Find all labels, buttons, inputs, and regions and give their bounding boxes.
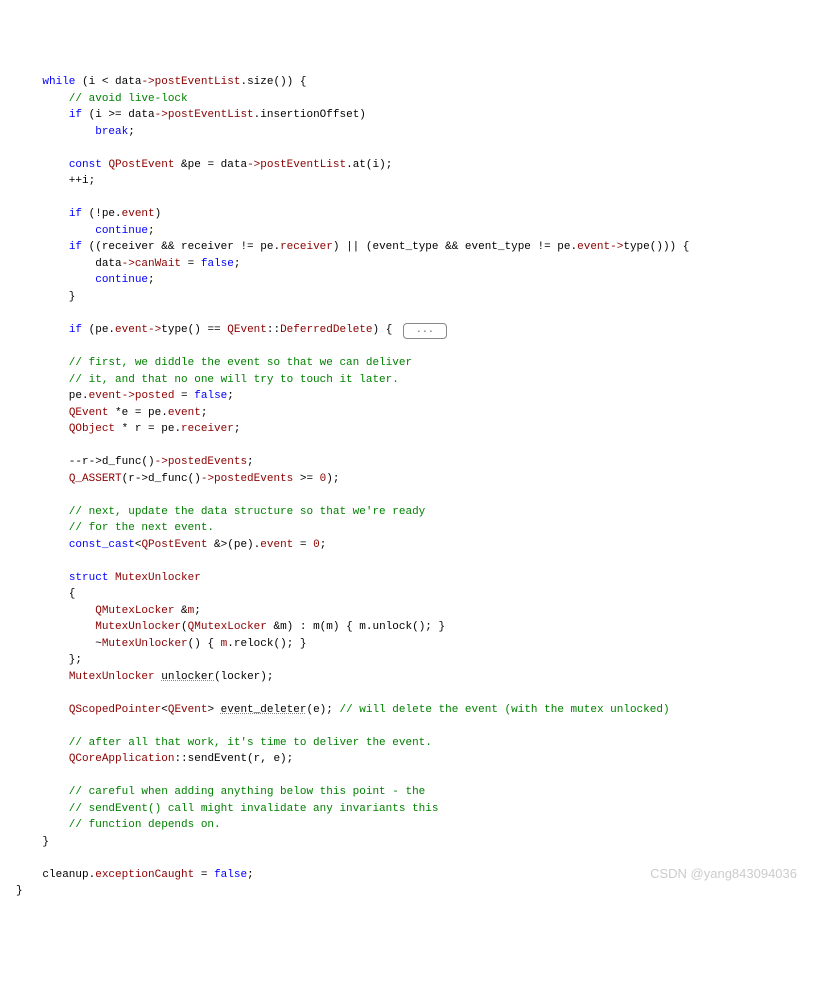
code-line: --r->d_func()->postedEvents;: [16, 456, 254, 468]
code-line: cleanup.exceptionCaught = false;: [16, 869, 254, 881]
code-comment: // after all that work, it's time to del…: [16, 737, 432, 749]
code-line: if (i >= data->postEventList.insertionOf…: [16, 109, 366, 121]
code-comment: // function depends on.: [16, 819, 221, 831]
code-line: const_cast<QPostEvent &>(pe).event = 0;: [16, 539, 326, 551]
code-line: {: [16, 588, 75, 600]
code-line: struct MutexUnlocker: [16, 572, 201, 584]
code-line: QScopedPointer<QEvent> event_deleter(e);…: [16, 704, 670, 716]
code-line: const QPostEvent &pe = data->postEventLi…: [16, 159, 392, 171]
code-line: continue;: [16, 274, 155, 286]
code-line: Q_ASSERT(r->d_func()->postedEvents >= 0)…: [16, 473, 339, 485]
code-comment: // first, we diddle the event so that we…: [16, 357, 412, 369]
code-line: if (!pe.event): [16, 208, 161, 220]
code-line: continue;: [16, 225, 155, 237]
code-line: ++i;: [16, 175, 95, 187]
code-line: }: [16, 885, 23, 897]
code-line: }: [16, 836, 49, 848]
code-line: pe.event->posted = false;: [16, 390, 234, 402]
code-line: break;: [16, 126, 135, 138]
code-line: if (pe.event->type() == QEvent::Deferred…: [16, 324, 447, 336]
code-line: if ((receiver && receiver != pe.receiver…: [16, 241, 689, 253]
code-comment: // it, and that no one will try to touch…: [16, 374, 399, 386]
code-line: QMutexLocker &m;: [16, 605, 201, 617]
code-line: QEvent *e = pe.event;: [16, 407, 207, 419]
watermark: CSDN @yang843094036: [650, 864, 797, 884]
code-comment: // sendEvent() call might invalidate any…: [16, 803, 438, 815]
code-line: }: [16, 291, 75, 303]
code-line: ~MutexUnlocker() { m.relock(); }: [16, 638, 307, 650]
code-comment: // careful when adding anything below th…: [16, 786, 425, 798]
code-line: data->canWait = false;: [16, 258, 240, 270]
code-line: MutexUnlocker unlocker(locker);: [16, 671, 273, 683]
code-line: };: [16, 654, 82, 666]
fold-toggle[interactable]: ...: [403, 323, 447, 339]
code-comment: // next, update the data structure so th…: [16, 506, 425, 518]
code-line: MutexUnlocker(QMutexLocker &m) : m(m) { …: [16, 621, 445, 633]
code-line: QObject * r = pe.receiver;: [16, 423, 240, 435]
code-line: while (i < data->postEventList.size()) {: [16, 76, 306, 88]
code-comment: // avoid live-lock: [16, 93, 188, 105]
code-comment: // for the next event.: [16, 522, 214, 534]
code-line: QCoreApplication::sendEvent(r, e);: [16, 753, 293, 765]
code-block: while (i < data->postEventList.size()) {…: [16, 74, 817, 900]
